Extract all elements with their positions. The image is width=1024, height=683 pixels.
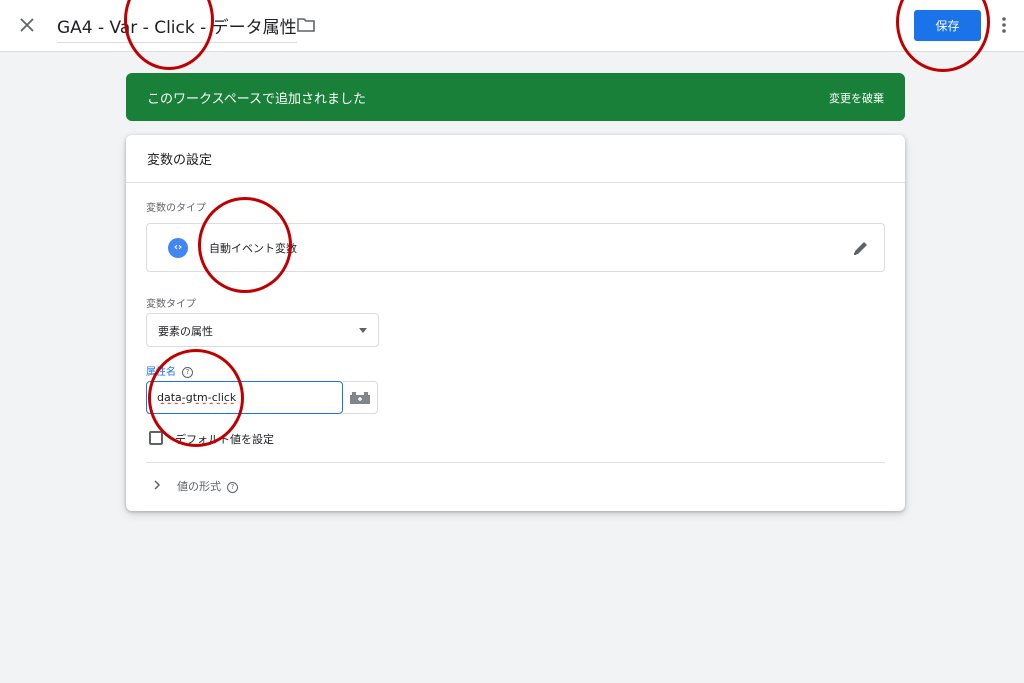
card-title: 変数の設定 [147, 153, 213, 168]
variable-brick-icon [350, 392, 370, 404]
subtype-select[interactable]: 要素の属性 [146, 313, 379, 347]
variable-picker-button[interactable] [343, 381, 378, 414]
subtype-value: 要素の属性 [158, 325, 213, 338]
subtype-label: 変数タイプ [146, 299, 196, 310]
close-icon[interactable] [14, 12, 40, 38]
annotation-circle-attribute [148, 349, 244, 447]
variable-type-label: 変数のタイプ [146, 203, 206, 214]
banner-message: このワークスペースで追加されました [147, 92, 367, 107]
code-brackets-icon: ‹› [168, 238, 188, 258]
chevron-right-icon [154, 480, 161, 490]
card-header: 変数の設定 [126, 135, 905, 183]
value-format-expander[interactable]: 値の形式? [146, 473, 885, 499]
annotation-circle-title [124, 0, 214, 70]
format-help-icon[interactable]: ? [227, 481, 238, 493]
annotation-circle-type [198, 197, 292, 293]
pencil-icon[interactable] [851, 238, 871, 258]
variable-config-card: 変数の設定 変数のタイプ ‹› 自動イベント変数 変数タイプ 要素の属性 属性名… [126, 135, 905, 511]
dropdown-arrow-icon [359, 328, 367, 333]
discard-changes-link[interactable]: 変更を破棄 [829, 90, 884, 106]
default-value-checkbox[interactable] [149, 431, 163, 445]
annotation-circle-save [896, 0, 990, 72]
value-format-label: 値の形式? [177, 478, 238, 494]
value-format-text: 値の形式 [177, 480, 221, 493]
divider [146, 462, 885, 463]
workspace-banner: このワークスペースで追加されました 変更を破棄 [126, 73, 905, 121]
folder-icon[interactable] [296, 16, 316, 34]
more-vert-icon[interactable] [997, 14, 1011, 36]
